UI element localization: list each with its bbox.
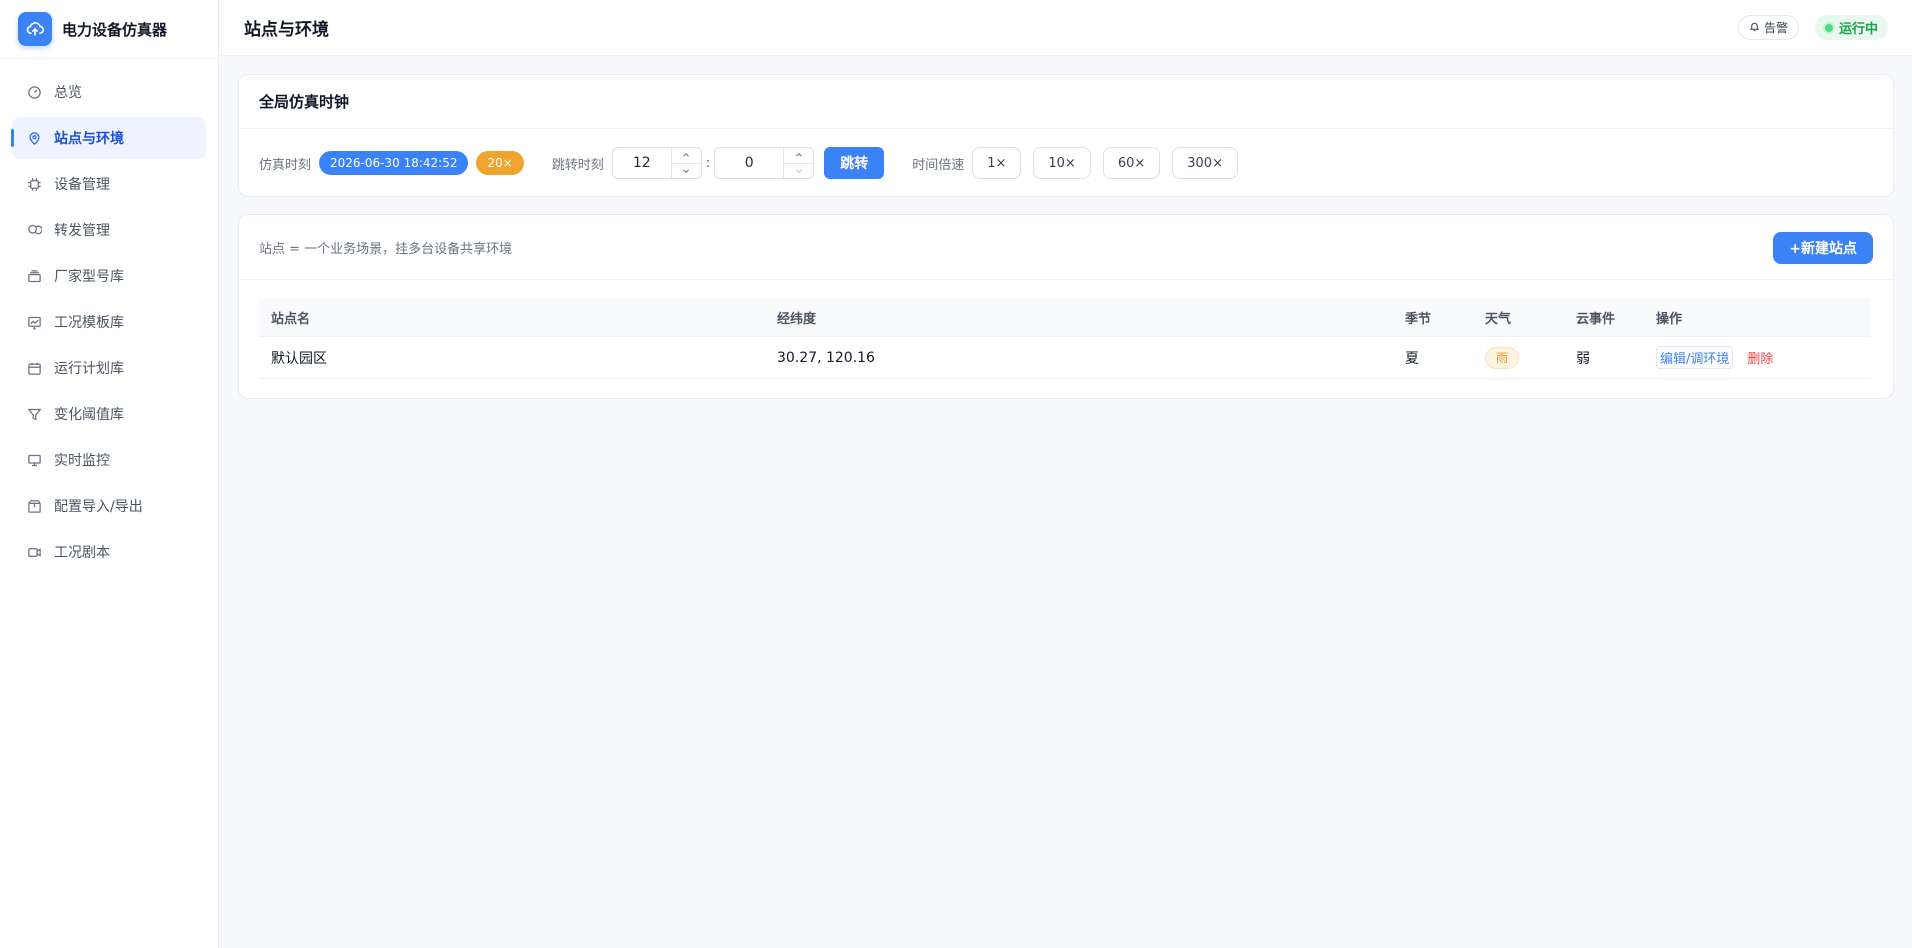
sidebar-item-label: 转发管理 [54, 223, 110, 239]
package-icon [26, 498, 42, 514]
video-icon [26, 544, 42, 560]
sim-clock-card: 全局仿真时钟 仿真时刻 2026-06-30 18:42:52 20× 跳转时刻… [238, 74, 1894, 197]
page-title: 站点与环境 [244, 20, 329, 40]
sidebar-item-label: 实时监控 [54, 453, 110, 469]
time-rate-label: 时间倍速 [912, 157, 965, 173]
site-cloud-event: 弱 [1576, 350, 1590, 367]
column-header-actions: 操作 [1656, 311, 1683, 327]
column-header-season: 季节 [1405, 311, 1432, 327]
column-header-cloud-event: 云事件 [1576, 311, 1616, 327]
cloud-upload-icon [18, 12, 52, 46]
sidebar-item-label: 工况模板库 [54, 315, 124, 331]
weather-badge: 雨 [1485, 346, 1519, 369]
column-header-name: 站点名 [271, 311, 311, 327]
sidebar-item-forwarding[interactable]: 转发管理 [12, 209, 206, 251]
speed-badge: 20× [476, 151, 524, 175]
calendar-icon [26, 360, 42, 376]
sites-table: 站点名 经纬度 季节 天气 云事件 操作 默认园区 30.27, 120.16 … [259, 298, 1871, 379]
sim-clock-title: 全局仿真时钟 [239, 75, 1893, 129]
sim-time-badge: 2026-06-30 18:42:52 [319, 151, 469, 175]
jump-button[interactable]: 跳转 [824, 147, 885, 179]
chevron-down-icon[interactable] [784, 164, 813, 179]
chip-icon [26, 176, 42, 192]
table-header: 站点名 经纬度 季节 天气 云事件 操作 [259, 298, 1871, 337]
top-header: 站点与环境 告警 运行中 [220, 0, 1912, 56]
sidebar-item-sites[interactable]: 站点与环境 [11, 117, 206, 159]
sites-card: 站点 = 一个业务场景，挂多台设备共享环境 +新建站点 站点名 经纬度 季节 天… [238, 214, 1894, 399]
sites-header: 站点 = 一个业务场景，挂多台设备共享环境 +新建站点 [239, 215, 1893, 280]
status-badge: 运行中 [1814, 15, 1888, 40]
rate-10x-button[interactable]: 10× [1033, 147, 1091, 179]
brand: 电力设备仿真器 [0, 0, 218, 59]
new-site-button[interactable]: +新建站点 [1773, 232, 1873, 264]
chart-icon [26, 314, 42, 330]
site-name: 默认园区 [271, 350, 327, 367]
alarm-button[interactable]: 告警 [1737, 15, 1799, 40]
delete-site-link[interactable]: 删除 [1747, 348, 1773, 367]
site-actions: 编辑/调环境 删除 [1656, 346, 1871, 369]
sidebar-item-label: 站点与环境 [54, 131, 124, 147]
sidebar-item-label: 设备管理 [54, 177, 110, 193]
jump-hour-value[interactable]: 12 [613, 155, 671, 171]
app-title: 电力设备仿真器 [62, 20, 168, 39]
stepper-arrows [783, 148, 814, 179]
jump-hour-stepper[interactable]: 12 [611, 147, 702, 179]
time-separator: : [705, 155, 711, 171]
column-header-coords: 经纬度 [777, 311, 817, 327]
header-actions: 告警 运行中 [1737, 15, 1888, 40]
table-row: 默认园区 30.27, 120.16 夏 雨 弱 编辑/调环境 删除 [259, 337, 1871, 379]
filter-icon [26, 406, 42, 422]
sidebar-item-label: 变化阈值库 [54, 407, 124, 423]
sidebar-item-monitoring[interactable]: 实时监控 [12, 439, 206, 481]
site-weather-cell: 雨 [1485, 346, 1576, 369]
jump-minute-value[interactable]: 0 [715, 155, 783, 171]
rate-300x-button[interactable]: 300× [1172, 147, 1238, 179]
sites-description: 站点 = 一个业务场景，挂多台设备共享环境 [259, 241, 513, 257]
sidebar-item-thresholds[interactable]: 变化阈值库 [12, 393, 206, 435]
status-label: 运行中 [1838, 22, 1878, 37]
sidebar-nav: 总览 站点与环境 设备管理 转发管理 厂家型号库 工况模板库 运行计划库 变化阈… [0, 59, 218, 573]
sidebar-item-devices[interactable]: 设备管理 [12, 163, 206, 205]
edit-environment-link[interactable]: 编辑/调环境 [1656, 346, 1734, 369]
stepper-arrows [670, 148, 701, 179]
column-header-weather: 天气 [1485, 311, 1512, 327]
sidebar-item-import-export[interactable]: 配置导入/导出 [12, 485, 206, 527]
alarm-label: 告警 [1763, 21, 1788, 35]
sim-clock-controls: 仿真时刻 2026-06-30 18:42:52 20× 跳转时刻 12 : 0… [239, 129, 1893, 197]
sidebar-item-label: 运行计划库 [54, 361, 124, 377]
sim-time-label: 仿真时刻 [259, 157, 312, 173]
rate-60x-button[interactable]: 60× [1102, 147, 1161, 179]
chevron-down-icon[interactable] [672, 164, 701, 179]
jump-time-label: 跳转时刻 [551, 157, 604, 173]
status-dot-icon [1824, 23, 1833, 32]
gauge-icon [26, 84, 42, 100]
sidebar-item-label: 厂家型号库 [54, 269, 124, 285]
layers-icon [26, 268, 42, 284]
sidebar-item-label: 工况剧本 [54, 545, 110, 561]
bell-icon [1749, 21, 1760, 35]
map-pin-icon [26, 130, 42, 146]
monitor-icon [26, 452, 42, 468]
sidebar-item-condition-templates[interactable]: 工况模板库 [12, 301, 206, 343]
sidebar-item-label: 总览 [54, 85, 82, 101]
chevron-up-icon[interactable] [784, 148, 814, 164]
site-coords: 30.27, 120.16 [777, 349, 875, 366]
sidebar-item-label: 配置导入/导出 [54, 499, 143, 515]
sidebar-item-overview[interactable]: 总览 [12, 71, 206, 113]
forward-icon [26, 222, 42, 238]
jump-minute-stepper[interactable]: 0 [714, 147, 815, 179]
sidebar-item-vendor-models[interactable]: 厂家型号库 [12, 255, 206, 297]
sidebar: 电力设备仿真器 总览 站点与环境 设备管理 转发管理 厂家型号库 工况模板库 运… [0, 0, 219, 948]
sidebar-item-scripts[interactable]: 工况剧本 [12, 531, 206, 573]
rate-1x-button[interactable]: 1× [972, 147, 1022, 179]
site-season: 夏 [1405, 350, 1419, 367]
sidebar-item-run-plans[interactable]: 运行计划库 [12, 347, 206, 389]
chevron-up-icon[interactable] [671, 148, 701, 164]
